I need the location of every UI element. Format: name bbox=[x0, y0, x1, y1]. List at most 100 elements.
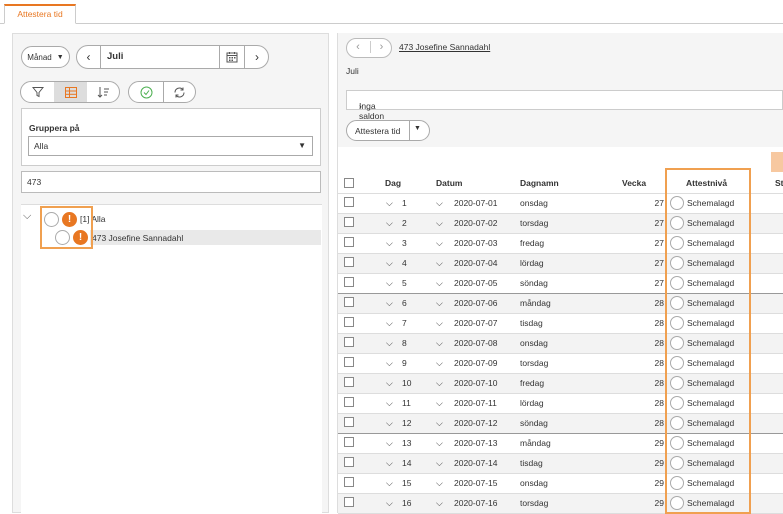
row-checkbox[interactable] bbox=[344, 397, 354, 407]
grid-view-button[interactable] bbox=[54, 82, 87, 102]
row-checkbox[interactable] bbox=[344, 377, 354, 387]
group-by-select[interactable]: Alla ▼ bbox=[28, 136, 313, 156]
expand-chevron-icon[interactable]: ⌵ bbox=[436, 318, 443, 329]
expand-chevron-icon[interactable]: ⌵ bbox=[386, 238, 393, 249]
row-checkbox[interactable] bbox=[344, 497, 354, 507]
row-checkbox[interactable] bbox=[344, 337, 354, 347]
expand-chevron-icon[interactable]: ⌵ bbox=[436, 298, 443, 309]
column-header-dagnamn[interactable]: Dagnamn bbox=[520, 178, 559, 188]
cell-vecka: 28 bbox=[654, 338, 664, 348]
cell-dag: 16 bbox=[402, 498, 412, 508]
filter-button[interactable] bbox=[21, 82, 54, 102]
sort-button[interactable] bbox=[87, 82, 119, 102]
employee-link[interactable]: 473 Josefine Sannadahl bbox=[399, 42, 490, 52]
expand-chevron-icon[interactable]: ⌵ bbox=[436, 358, 443, 369]
cell-dag: 4 bbox=[402, 258, 407, 268]
expand-chevron-icon[interactable]: ⌵ bbox=[436, 398, 443, 409]
cell-dagnamn: lördag bbox=[520, 398, 544, 408]
attest-button-label: Attestera tid bbox=[355, 126, 401, 136]
view-toolbar bbox=[20, 81, 120, 103]
attest-button[interactable]: Attestera tid ▼ bbox=[346, 120, 430, 141]
row-checkbox[interactable] bbox=[344, 317, 354, 327]
calendar-button[interactable] bbox=[219, 46, 245, 68]
cell-datum: 2020-07-09 bbox=[454, 358, 498, 368]
group-by-value: Alla bbox=[34, 141, 49, 151]
period-select[interactable]: Månad ▼ bbox=[21, 46, 70, 68]
expand-chevron-icon[interactable]: ⌵ bbox=[386, 478, 393, 489]
expand-chevron-icon[interactable]: ⌵ bbox=[386, 278, 393, 289]
cell-vecka: 27 bbox=[654, 238, 664, 248]
expand-chevron-icon[interactable]: ⌵ bbox=[386, 218, 393, 229]
cell-dag: 13 bbox=[402, 438, 412, 448]
expand-chevron-icon[interactable]: ⌵ bbox=[386, 498, 393, 509]
row-checkbox[interactable] bbox=[344, 357, 354, 367]
expand-chevron-icon[interactable]: ⌵ bbox=[386, 318, 393, 329]
expand-chevron-icon[interactable]: ⌵ bbox=[436, 258, 443, 269]
chevron-down-icon[interactable]: ▼ bbox=[414, 125, 421, 132]
expand-chevron-icon[interactable]: ⌵ bbox=[386, 458, 393, 469]
approve-button[interactable] bbox=[129, 82, 163, 102]
cell-vecka: 29 bbox=[654, 438, 664, 448]
column-header-datum[interactable]: Datum bbox=[436, 178, 462, 188]
cell-dag: 1 bbox=[402, 198, 407, 208]
column-header-st[interactable]: St bbox=[775, 178, 783, 188]
tab-attestera-tid[interactable]: Attestera tid bbox=[4, 4, 76, 24]
expand-chevron-icon[interactable]: ⌵ bbox=[436, 478, 443, 489]
expand-chevron-icon[interactable]: ⌵ bbox=[386, 378, 393, 389]
refresh-button[interactable] bbox=[164, 82, 195, 102]
column-header-dag[interactable]: Dag bbox=[385, 178, 401, 188]
next-month-button[interactable]: › bbox=[245, 46, 269, 68]
expand-chevron-icon[interactable]: ⌵ bbox=[386, 358, 393, 369]
cell-vecka: 28 bbox=[654, 398, 664, 408]
expand-chevron-icon[interactable]: ⌵ bbox=[436, 438, 443, 449]
employee-tree bbox=[21, 204, 322, 513]
calendar-icon bbox=[226, 52, 238, 63]
row-checkbox[interactable] bbox=[344, 297, 354, 307]
select-all-checkbox[interactable] bbox=[344, 178, 354, 188]
expand-chevron-icon[interactable]: ⌵ bbox=[436, 218, 443, 229]
expand-chevron-icon[interactable]: ⌵ bbox=[386, 198, 393, 209]
prev-employee-button[interactable]: ‹ bbox=[347, 41, 369, 53]
expand-chevron-icon[interactable]: ⌵ bbox=[386, 438, 393, 449]
cell-dagnamn: söndag bbox=[520, 278, 548, 288]
cell-dagnamn: tisdag bbox=[520, 458, 543, 468]
collapse-chevron-icon[interactable]: ⌵ bbox=[23, 210, 31, 223]
expand-chevron-icon[interactable]: ⌵ bbox=[436, 458, 443, 469]
chevron-down-icon: ▼ bbox=[56, 53, 64, 61]
saldo-expander[interactable]: › Inga saldon bbox=[346, 90, 783, 121]
cell-vecka: 27 bbox=[654, 198, 664, 208]
expand-chevron-icon[interactable]: ⌵ bbox=[436, 418, 443, 429]
expand-chevron-icon[interactable]: ⌵ bbox=[436, 198, 443, 209]
filter-icon bbox=[31, 87, 44, 98]
search-input[interactable]: 473 bbox=[21, 171, 321, 193]
cell-dagnamn: tisdag bbox=[520, 318, 543, 328]
row-checkbox[interactable] bbox=[344, 437, 354, 447]
row-checkbox[interactable] bbox=[344, 477, 354, 487]
tree-child-label[interactable]: 473 Josefine Sannadahl bbox=[92, 233, 183, 243]
cell-datum: 2020-07-15 bbox=[454, 478, 498, 488]
row-checkbox[interactable] bbox=[344, 237, 354, 247]
expand-chevron-icon[interactable]: ⌵ bbox=[386, 338, 393, 349]
expand-chevron-icon[interactable]: ⌵ bbox=[436, 498, 443, 509]
expand-chevron-icon[interactable]: ⌵ bbox=[386, 258, 393, 269]
row-checkbox[interactable] bbox=[344, 457, 354, 467]
cell-datum: 2020-07-03 bbox=[454, 238, 498, 248]
expand-chevron-icon[interactable]: ⌵ bbox=[436, 338, 443, 349]
cell-dag: 7 bbox=[402, 318, 407, 328]
row-checkbox[interactable] bbox=[344, 217, 354, 227]
expand-chevron-icon[interactable]: ⌵ bbox=[386, 298, 393, 309]
expand-chevron-icon[interactable]: ⌵ bbox=[436, 278, 443, 289]
expand-chevron-icon[interactable]: ⌵ bbox=[436, 238, 443, 249]
expand-chevron-icon[interactable]: ⌵ bbox=[436, 378, 443, 389]
prev-month-button[interactable]: ‹ bbox=[77, 46, 101, 68]
expand-chevron-icon[interactable]: ⌵ bbox=[386, 398, 393, 409]
row-checkbox[interactable] bbox=[344, 417, 354, 427]
cell-dag: 14 bbox=[402, 458, 412, 468]
row-checkbox[interactable] bbox=[344, 277, 354, 287]
cell-datum: 2020-07-11 bbox=[454, 398, 497, 408]
row-checkbox[interactable] bbox=[344, 257, 354, 267]
row-checkbox[interactable] bbox=[344, 197, 354, 207]
next-employee-button[interactable]: › bbox=[370, 41, 392, 53]
expand-chevron-icon[interactable]: ⌵ bbox=[386, 418, 393, 429]
column-header-vecka[interactable]: Vecka bbox=[622, 178, 646, 188]
